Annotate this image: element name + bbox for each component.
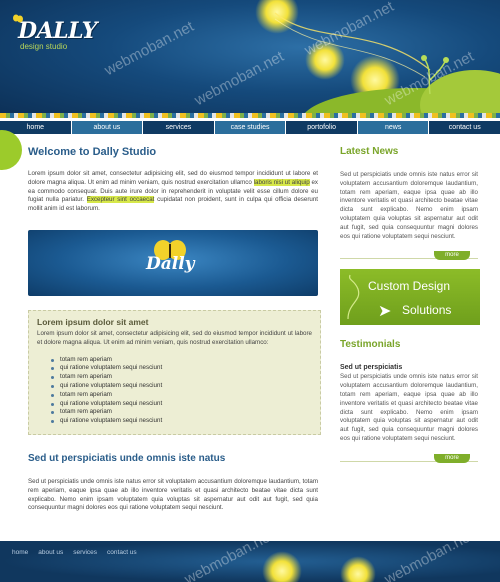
nav-about-us[interactable]: about us	[71, 121, 144, 134]
list-item: totam rem aperiam	[51, 408, 312, 417]
nav-case-studies[interactable]: case studies	[214, 121, 287, 134]
footer-link-about-us[interactable]: about us	[38, 549, 63, 556]
box-title: Lorem ipsum dolor sit amet	[37, 316, 149, 327]
list-item: totam rem aperiam	[51, 373, 312, 382]
list-item: qui ratione voluptatem sequi nesciunt	[51, 382, 312, 391]
section-paragraph: Sed ut perspiciatis unde omnis iste natu…	[28, 477, 318, 512]
welcome-title: Welcome to Dally Studio	[28, 146, 157, 158]
info-box: Lorem ipsum dolor sit amet Lorem ipsum d…	[28, 309, 321, 435]
footer-link-contact-us[interactable]: contact us	[107, 549, 137, 556]
nav-news[interactable]: news	[357, 121, 430, 134]
footer-links: home about us services contact us	[12, 549, 137, 556]
butterfly-glow-icon	[340, 556, 376, 582]
latest-news-title: Latest News	[340, 146, 399, 157]
site-logo[interactable]: DALLY design studio	[13, 14, 97, 51]
testimonial-heading: Sed ut perspiciatis	[340, 364, 403, 372]
main-navigation: home about us services case studies port…	[0, 121, 500, 134]
banner-logo-text: Dally	[146, 253, 195, 274]
logo-text: DALLY	[18, 18, 97, 44]
swirl-icon	[347, 275, 360, 320]
nav-contact-us[interactable]: contact us	[429, 121, 500, 134]
sidebar: Latest News Sed ut perspiciatis unde omn…	[340, 146, 480, 472]
decorative-stripe	[0, 113, 500, 118]
butterfly-glow-icon	[262, 551, 302, 582]
intro-paragraph: Lorem ipsum dolor sit amet, consectetur …	[28, 170, 318, 214]
leaf-decoration	[0, 130, 22, 170]
section-title: Sed ut perspiciatis unde omnis iste natu…	[28, 452, 226, 464]
highlight-text: laboris nisi ut aliquip	[253, 178, 310, 186]
more-row: more	[340, 452, 478, 463]
footer-link-home[interactable]: home	[12, 549, 28, 556]
news-text: Sed ut perspiciatis unde omnis iste natu…	[340, 171, 478, 240]
list-item: qui ratione voluptatem sequi nesciunt	[51, 364, 312, 373]
box-text: Lorem ipsum dolor sit amet, consectetur …	[37, 329, 312, 346]
testimonials-title: Testimonials	[340, 339, 401, 351]
testimonial-more-button[interactable]: more	[434, 453, 470, 463]
list-item: qui ratione voluptatem sequi nesciunt	[51, 400, 312, 409]
custom-design-ad[interactable]: Custom Design ➤ Solutions	[340, 269, 480, 326]
testimonial-text: Sed ut perspiciatis unde omnis iste natu…	[340, 373, 478, 442]
arrow-icon: ➤	[378, 303, 392, 321]
dally-banner: Dally	[28, 229, 318, 296]
site-footer: home about us services contact us webmob…	[0, 541, 500, 582]
ad-line-1: Custom Design	[368, 279, 451, 294]
site-header: webmoban.net webmoban.net webmoban.net w…	[0, 0, 500, 118]
ad-line-2: Solutions	[402, 303, 452, 318]
list-item: totam rem aperiam	[51, 391, 312, 400]
more-row: more	[340, 249, 478, 261]
footer-link-services[interactable]: services	[73, 549, 97, 556]
main-content: Welcome to Dally Studio Lorem ipsum dolo…	[28, 146, 321, 513]
butterfly-icon	[13, 14, 23, 23]
list-item: qui ratione voluptatem sequi nesciunt	[51, 417, 312, 426]
list-item: totam rem aperiam	[51, 356, 312, 365]
nav-services[interactable]: services	[143, 121, 215, 134]
highlight-text: Excepteur sint occaecat	[86, 196, 155, 204]
bullet-list: totam rem aperiam qui ratione voluptatem…	[51, 356, 312, 426]
watermark-text: webmoban.net	[101, 17, 197, 80]
news-more-button[interactable]: more	[434, 251, 470, 261]
nav-portofolio[interactable]: portofolio	[286, 121, 358, 134]
watermark-text: webmoban.net	[381, 541, 477, 582]
